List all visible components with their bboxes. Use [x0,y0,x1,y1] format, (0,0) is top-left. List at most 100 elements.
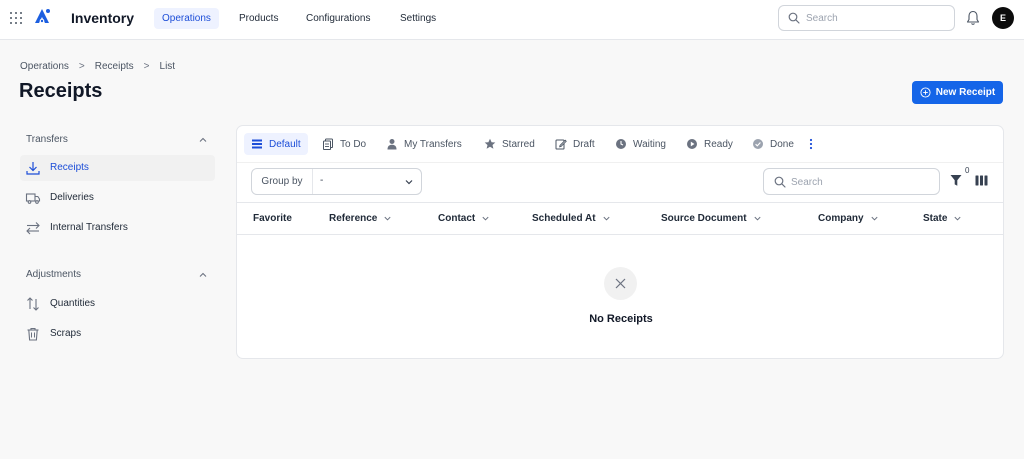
tab-label: Waiting [633,138,666,150]
group-by-value: - [320,175,324,186]
column-label: Reference [329,213,378,224]
sidebar-section-adjustments[interactable]: Adjustments [20,267,215,285]
filter-count-badge: 0 [965,166,970,175]
truck-icon [25,193,41,204]
table-header: Favorite Reference Contact Scheduled At … [237,202,1003,235]
sidebar-item-internal-transfers[interactable]: Internal Transfers [20,215,215,241]
column-label: Company [818,213,864,224]
tab-label: Starred [502,138,535,150]
trash-icon [27,327,39,341]
chevron-down-icon [602,216,610,221]
bell-icon[interactable] [966,10,980,26]
nav-configurations[interactable]: Configurations [298,8,378,29]
chevron-up-icon[interactable] [198,135,208,145]
tab-label: Draft [573,138,595,150]
tab-done[interactable]: Done [745,133,801,155]
sidebar-section-transfers[interactable]: Transfers [20,132,215,150]
group-by-label: Group by [252,169,313,194]
tab-label: Ready [704,138,733,150]
column-label: Scheduled At [532,213,596,224]
sidebar-item-label: Scraps [50,328,82,339]
list-search-input[interactable] [791,174,931,190]
column-favorite[interactable]: Favorite [253,213,292,224]
nav-operations[interactable]: Operations [154,8,219,29]
tab-starred[interactable]: Starred [477,133,542,155]
chevron-down-icon [871,216,878,221]
chevron-down-icon [405,180,413,185]
sidebar-item-label: Deliveries [50,192,94,203]
column-company[interactable]: Company [818,213,879,224]
column-label: State [923,213,948,224]
breadcrumb: Operations > Receipts > List [20,61,175,72]
arrows-up-down-icon [27,297,39,311]
receipts-panel: Default To Do My Transfers Starred Draft [236,125,1004,359]
close-icon [615,278,626,289]
tab-label: Default [269,138,301,150]
tab-default[interactable]: Default [244,133,308,155]
nav-products[interactable]: Products [231,8,286,29]
tab-waiting[interactable]: Waiting [608,133,673,155]
sidebar-item-scraps[interactable]: Scraps [20,321,215,347]
empty-state-text: No Receipts [589,313,653,325]
sidebar-item-quantities[interactable]: Quantities [20,291,215,317]
sidebar-section-label: Transfers [26,134,68,145]
sidebar-item-receipts[interactable]: Receipts [20,155,215,181]
global-search-input[interactable] [806,10,946,26]
nav-settings[interactable]: Settings [392,8,444,29]
new-receipt-button[interactable]: New Receipt [912,81,1003,104]
list-icon [252,139,262,149]
tab-draft[interactable]: Draft [548,133,602,155]
breadcrumb-list: List [159,61,176,72]
filter-icon[interactable] [950,174,962,187]
global-search[interactable] [778,5,955,31]
pencil-icon [555,139,567,150]
sidebar-item-label: Quantities [50,298,96,309]
apps-grid-icon[interactable] [10,12,22,24]
chevron-up-icon[interactable] [198,270,208,280]
tab-to-do[interactable]: To Do [315,133,373,155]
top-nav: Inventory Operations Products Configurat… [0,0,1024,40]
inventory-logo-icon[interactable] [32,7,52,27]
user-avatar[interactable]: E [992,7,1014,29]
column-source-document[interactable]: Source Document [661,213,762,224]
column-label: Contact [438,213,476,224]
new-receipt-label: New Receipt [935,87,996,98]
tab-label: To Do [340,138,367,150]
search-icon [788,12,800,24]
breadcrumb-operations[interactable]: Operations [20,61,69,72]
chevron-down-icon [482,216,489,221]
tab-label: Done [770,138,794,150]
breadcrumb-separator-icon: > [78,61,85,72]
page-title: Receipts [19,80,103,102]
tab-label: My Transfers [404,138,462,150]
clipboard-icon [323,138,333,150]
tabs-divider [237,162,1003,163]
app-title: Inventory [71,10,135,26]
plus-circle-icon [920,87,931,98]
tab-my-transfers[interactable]: My Transfers [379,133,469,155]
columns-icon[interactable] [975,175,988,186]
search-icon [774,176,786,188]
tab-ready[interactable]: Ready [679,133,740,155]
column-reference[interactable]: Reference [329,213,392,224]
column-scheduled-at[interactable]: Scheduled At [532,213,611,224]
chevron-down-icon [754,216,761,221]
group-by-select[interactable]: Group by - [251,168,422,195]
list-search[interactable] [763,168,940,195]
sidebar-item-label: Internal Transfers [50,222,128,233]
sidebar-section-label: Adjustments [26,269,82,280]
star-icon [484,138,496,149]
breadcrumb-receipts[interactable]: Receipts [95,61,134,72]
sidebar-item-label: Receipts [50,162,89,173]
more-vertical-icon[interactable] [809,137,813,151]
arrows-swap-icon [26,222,40,235]
column-label: Favorite [253,213,292,224]
clock-icon [616,139,626,149]
column-contact[interactable]: Contact [438,213,490,224]
user-icon [387,139,397,150]
column-state[interactable]: State [923,213,962,224]
receipt-download-icon [26,162,40,175]
empty-state-icon [604,267,637,300]
play-circle-icon [687,139,697,149]
sidebar-item-deliveries[interactable]: Deliveries [20,185,215,211]
